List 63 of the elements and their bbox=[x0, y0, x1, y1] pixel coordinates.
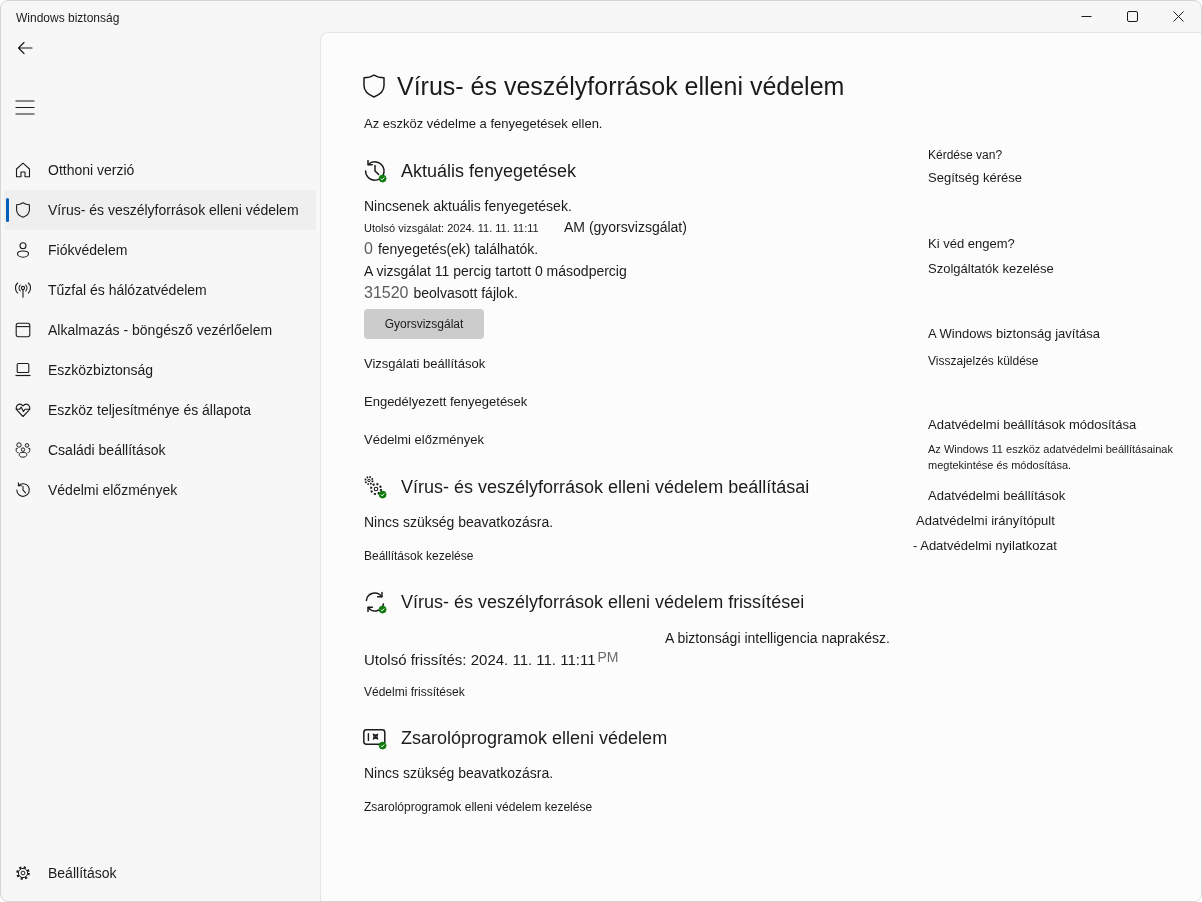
nav-item[interactable]: Családi beállítások bbox=[4, 430, 316, 470]
text-link[interactable]: Visszajelzés küldése bbox=[928, 353, 1039, 369]
text-link[interactable]: Segítség kérése bbox=[928, 169, 1022, 187]
file-count: 31520 bbox=[364, 283, 409, 303]
threat-count-label: fenyegetés(ek) találhatók. bbox=[377, 240, 539, 259]
side-heading: Kérdése van? bbox=[928, 147, 1004, 163]
side-heading: Adatvédelmi beállítások módosítása bbox=[928, 417, 1138, 433]
time-suffix-text: PM bbox=[597, 648, 619, 667]
shield-icon bbox=[363, 74, 385, 98]
text-link[interactable]: Szolgáltatók kezelése bbox=[928, 260, 1054, 278]
side-description: Az Windows 11 eszköz adatvédelmi beállításainak megtekintése és módosítása. bbox=[928, 442, 1174, 473]
scan-button[interactable]: Gyorsvizsgálat bbox=[364, 309, 484, 339]
text-link[interactable]: Vizsgálati beállítások bbox=[364, 355, 486, 373]
section-title: Zsarolóprogramok elleni védelem bbox=[401, 727, 668, 750]
side-heading: Ki véd engem? bbox=[928, 236, 1016, 252]
person-icon bbox=[15, 242, 31, 258]
nav-item[interactable]: Eszközbiztonság bbox=[4, 350, 316, 390]
section-title: Aktuális fenyegetések bbox=[401, 160, 577, 183]
last-scan-text: Utolsó vizsgálat: 2024. 11. 11. 11:11 bbox=[364, 222, 539, 234]
nav-item[interactable]: Eszköz teljesítménye és állapota bbox=[4, 390, 316, 430]
page-subtitle: Az eszköz védelme a fenyegetések ellen. bbox=[364, 115, 604, 133]
nav-item[interactable]: Alkalmazás - böngésző vezérlőelem bbox=[4, 310, 316, 350]
side-heading: A Windows biztonság javítása bbox=[928, 326, 1101, 342]
app-window-icon bbox=[15, 322, 31, 338]
last-update-text: Utolsó frissítés: 2024. 11. 11. 11:11 bbox=[364, 650, 596, 670]
text-link[interactable]: Beállítások kezelése bbox=[364, 548, 474, 564]
scan-duration-text: A vizsgálat 11 percig tartott 0 másodpercig bbox=[364, 262, 628, 281]
heart-pulse-icon bbox=[15, 402, 31, 418]
text-link[interactable]: Adatvédelmi beállítások bbox=[928, 487, 1066, 505]
section-title: Vírus- és veszélyforrások elleni védelem beállításai bbox=[401, 476, 810, 499]
back-arrow-icon bbox=[17, 40, 33, 56]
close-icon bbox=[1172, 11, 1184, 22]
people-icon bbox=[15, 442, 31, 458]
file-count-label: beolvasott fájlok. bbox=[413, 284, 518, 303]
text-link[interactable]: Adatvédelmi irányítópult bbox=[916, 512, 1055, 530]
text-link[interactable]: - Adatvédelmi nyilatkozat bbox=[913, 537, 1057, 555]
home-icon bbox=[15, 162, 31, 178]
settings-nav-item[interactable]: Beállítások bbox=[4, 853, 316, 893]
status-text: Nincsenek aktuális fenyegetések. bbox=[364, 197, 573, 215]
text-link[interactable]: Védelmi frissítések bbox=[364, 684, 465, 700]
text-link[interactable]: Védelmi előzmények bbox=[364, 431, 484, 449]
nav-item[interactable]: Védelmi előzmények bbox=[4, 470, 316, 510]
settings-icon bbox=[15, 865, 31, 881]
nav-item[interactable]: Vírus- és veszélyforrások elleni védelem bbox=[4, 190, 316, 230]
history-icon bbox=[15, 482, 31, 498]
antenna-icon bbox=[15, 282, 31, 298]
status-text: Nincs szükség beavatkozásra. bbox=[364, 764, 555, 782]
text-link[interactable]: Zsarolóprogramok elleni védelem kezelése bbox=[364, 799, 593, 815]
text-link[interactable]: Engedélyezett fenyegetések bbox=[364, 393, 528, 411]
section-title: Vírus- és veszélyforrások elleni védelem frissítései bbox=[401, 591, 805, 614]
nav-item[interactable]: Tűzfal és hálózatvédelem bbox=[4, 270, 316, 310]
menu-icon bbox=[15, 99, 35, 115]
nav-item[interactable]: Otthoni verzió bbox=[4, 150, 316, 190]
page-title: Vírus- és veszélyforrások elleni védelem bbox=[397, 71, 845, 102]
shield-icon bbox=[15, 202, 31, 218]
maximize-icon bbox=[1126, 11, 1138, 22]
scan-type-text: AM (gyorsvizsgálat) bbox=[564, 218, 687, 237]
status-text: Nincs szükség beavatkozásra. bbox=[364, 513, 555, 531]
nav-item[interactable]: Fiókvédelem bbox=[4, 230, 316, 270]
laptop-icon bbox=[15, 362, 31, 378]
window-title: Windows biztonság bbox=[16, 10, 120, 25]
status-text: A biztonsági intelligencia naprakész. bbox=[665, 629, 891, 648]
threat-count: 0 bbox=[364, 239, 373, 259]
